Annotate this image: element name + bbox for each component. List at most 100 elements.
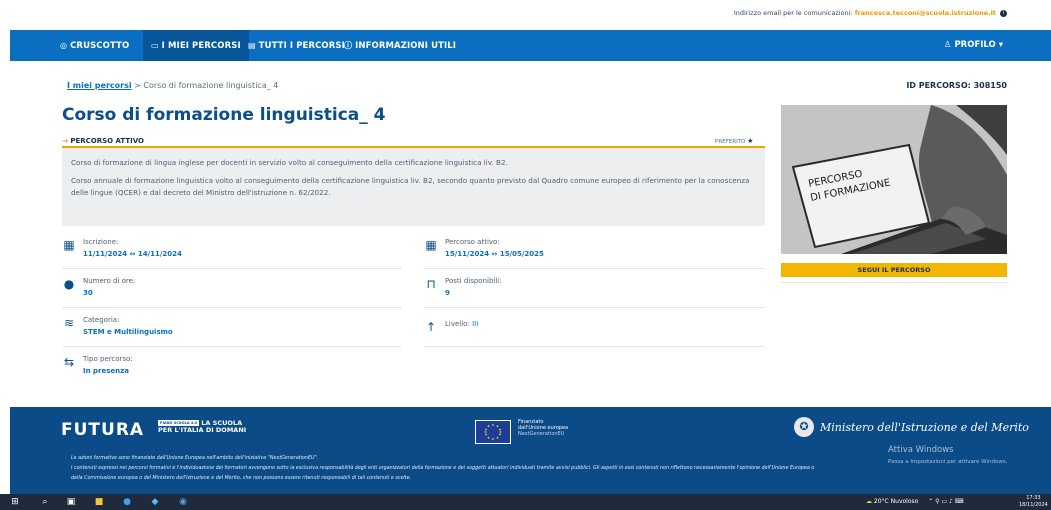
categoria-value: STEM e Multilinguismo <box>83 328 173 336</box>
weather-widget[interactable]: ☁ 20°C Nuvoloso ⌃ ⚲ ▭ ♪ ⌨ <box>866 498 963 505</box>
profile-menu[interactable]: ♙ PROFILO ▾ <box>944 30 1003 61</box>
nav-miei-percorsi[interactable]: ▭ I MIEI PERCORSI <box>143 30 249 61</box>
site-footer: FUTURA PIANO SCUOLA 4.0 LA SCUOLA PER L'… <box>10 407 1051 494</box>
breadcrumb-current: Corso di formazione linguistica_ 4 <box>143 81 279 90</box>
field-livello: ↑ Livello: III <box>424 316 764 346</box>
nav-informazioni-utili[interactable]: ⓘ INFORMAZIONI UTILI <box>344 30 456 61</box>
numero-ore-value: 30 <box>83 289 93 297</box>
divider <box>781 282 1007 283</box>
profile-label: PROFILO <box>954 40 996 50</box>
field-categoria: ≋ Categoria: STEM e Multilinguismo <box>62 316 402 346</box>
email-notice: Indirizzo email per le comunicazioni: fr… <box>734 9 1007 17</box>
iscrizione-value: 11/11/2024 ↔ 14/11/2024 <box>83 250 182 258</box>
edge-icon[interactable]: ◉ <box>178 497 188 507</box>
windows-taskbar: ⊞ ⌕ ▣ ■ ● ◆ ◉ ☁ 20°C Nuvoloso ⌃ ⚲ ▭ ♪ ⌨ … <box>0 494 1051 510</box>
system-clock[interactable]: 17:33 18/11/2024 <box>1019 495 1048 509</box>
nav-cruscotto-label: CRUSCOTTO <box>70 41 130 51</box>
tipo-percorso-label: Tipo percorso: <box>83 355 133 363</box>
republic-emblem-icon: ✪ <box>794 417 814 437</box>
legal-line-1: Le azioni formative sono finanziate dall… <box>71 456 319 461</box>
tray-icons[interactable]: ⌃ ⚲ ▭ ♪ ⌨ <box>928 498 963 505</box>
store-icon[interactable]: ◆ <box>150 497 160 507</box>
nav-miei-percorsi-label: I MIEI PERCORSI <box>161 41 241 51</box>
livello-value: III <box>472 320 479 328</box>
categoria-label: Categoria: <box>83 316 120 324</box>
email-value[interactable]: francesca.tecconi@scuola.istruzione.it <box>855 9 996 17</box>
eu-funding-text: Finanziato dall'Unione europea NextGener… <box>518 419 568 437</box>
signpost-icon: ⇆ <box>63 355 75 369</box>
divider <box>424 268 764 269</box>
layers-icon: ≋ <box>63 316 75 330</box>
email-label: Indirizzo email per le comunicazioni: <box>733 9 853 17</box>
tipo-percorso-value: In presenza <box>83 367 129 375</box>
percorso-attivo-label: Percorso attivo: <box>445 238 500 246</box>
calendar-icon: ▦ <box>425 238 437 252</box>
description-paragraph-1: Corso di formazione di lingua inglese pe… <box>71 158 508 167</box>
info-icon[interactable]: i <box>1000 9 1007 17</box>
browser-icon[interactable]: ● <box>122 497 132 507</box>
legal-notice: Le azioni formative sono finanziate dall… <box>71 454 1031 484</box>
field-posti: ⊓ Posti disponibili: 9 <box>424 277 764 307</box>
futura-tagline: PIANO SCUOLA 4.0 LA SCUOLA PER L'ITALIA … <box>158 420 246 434</box>
course-id: ID PERCORSO: 308150 <box>906 81 1007 90</box>
nav-tutti-percorsi[interactable]: ▤ TUTTI I PERCORSI <box>248 30 345 61</box>
livello-line: Livello: III <box>445 320 478 328</box>
page-title: Corso di formazione linguistica_ 4 <box>62 105 386 125</box>
chair-icon: ⊓ <box>426 277 436 291</box>
search-icon[interactable]: ⌕ <box>40 497 50 507</box>
clock-date: 18/11/2024 <box>1019 502 1048 508</box>
file-explorer-icon[interactable]: ■ <box>94 497 104 507</box>
level-up-icon: ↑ <box>425 320 437 334</box>
field-percorso-attivo: ▦ Percorso attivo: 15/11/2024 ↔ 15/05/20… <box>424 238 764 268</box>
nav-cruscotto[interactable]: ◎ CRUSCOTTO <box>60 30 129 61</box>
divider <box>424 307 764 308</box>
eu-flag-icon <box>475 420 511 444</box>
course-description: Corso di formazione di lingua inglese pe… <box>62 148 765 226</box>
follow-course-button[interactable]: SEGUI IL PERCORSO <box>781 263 1007 277</box>
divider <box>62 307 402 308</box>
weather-label: 20°C Nuvoloso <box>873 498 919 505</box>
numero-ore-label: Numero di ore: <box>83 277 136 285</box>
posti-label: Posti disponibili: <box>445 277 502 285</box>
calendar-icon: ▦ <box>63 238 75 252</box>
eu-line-3: NextGenerationEU <box>518 431 565 437</box>
chevron-down-icon: ▾ <box>998 40 1003 50</box>
clock-time: 17:33 <box>1026 495 1041 501</box>
list-icon: ▤ <box>248 41 256 50</box>
ministero-logo: Ministero dell'Istruzione e del Merito <box>820 421 1029 434</box>
task-view-icon[interactable]: ▣ <box>66 497 76 507</box>
favourite-button[interactable]: PREFERITO ★ <box>715 137 753 145</box>
favourite-label: PREFERITO <box>715 139 746 145</box>
status-label: PERCORSO ATTIVO <box>70 137 144 145</box>
breadcrumb-separator: > <box>134 81 141 90</box>
course-illustration: PERCORSO DI FORMAZIONE <box>781 105 1007 254</box>
divider <box>424 346 764 347</box>
percorso-attivo-value: 15/11/2024 ↔ 15/05/2025 <box>445 250 544 258</box>
help-icon: ⓘ <box>344 41 353 50</box>
futura-logo: FUTURA <box>61 420 145 440</box>
futura-sub-2: PER L'ITALIA DI DOMANI <box>158 426 247 434</box>
monitor-icon: ▭ <box>151 41 159 50</box>
field-numero-ore: ● Numero di ore: 30 <box>62 277 402 307</box>
star-icon: ★ <box>747 137 754 145</box>
nav-tutti-percorsi-label: TUTTI I PERCORSI <box>258 41 345 51</box>
divider <box>62 268 402 269</box>
windows-start-icon[interactable]: ⊞ <box>10 497 20 507</box>
livello-label: Livello: <box>445 320 470 328</box>
iscrizione-label: Iscrizione: <box>83 238 119 246</box>
user-icon: ♙ <box>943 40 952 50</box>
breadcrumb-link-miei-percorsi[interactable]: I miei percorsi <box>67 81 132 90</box>
weather-icon: ☁ <box>866 498 872 505</box>
breadcrumb: I miei percorsi > Corso di formazione li… <box>67 81 278 90</box>
user-clock-icon: ● <box>63 277 75 291</box>
divider <box>62 346 402 347</box>
page-content: I miei percorsi > Corso di formazione li… <box>10 61 1051 407</box>
nav-informazioni-label: INFORMAZIONI UTILI <box>355 41 457 51</box>
description-paragraph-2: Corso annuale di formazione linguistica … <box>71 176 750 197</box>
main-navbar: ◎ CRUSCOTTO ▭ I MIEI PERCORSI ▤ TUTTI I PER… <box>10 30 1051 61</box>
arrow-right-icon: → <box>62 137 68 145</box>
legal-line-3: della Commissione europea o del Minister… <box>71 476 412 481</box>
field-iscrizione: ▦ Iscrizione: 11/11/2024 ↔ 14/11/2024 <box>62 238 402 268</box>
status-badge: → PERCORSO ATTIVO <box>62 137 144 145</box>
top-info-strip: Indirizzo email per le comunicazioni: fr… <box>0 0 1051 30</box>
